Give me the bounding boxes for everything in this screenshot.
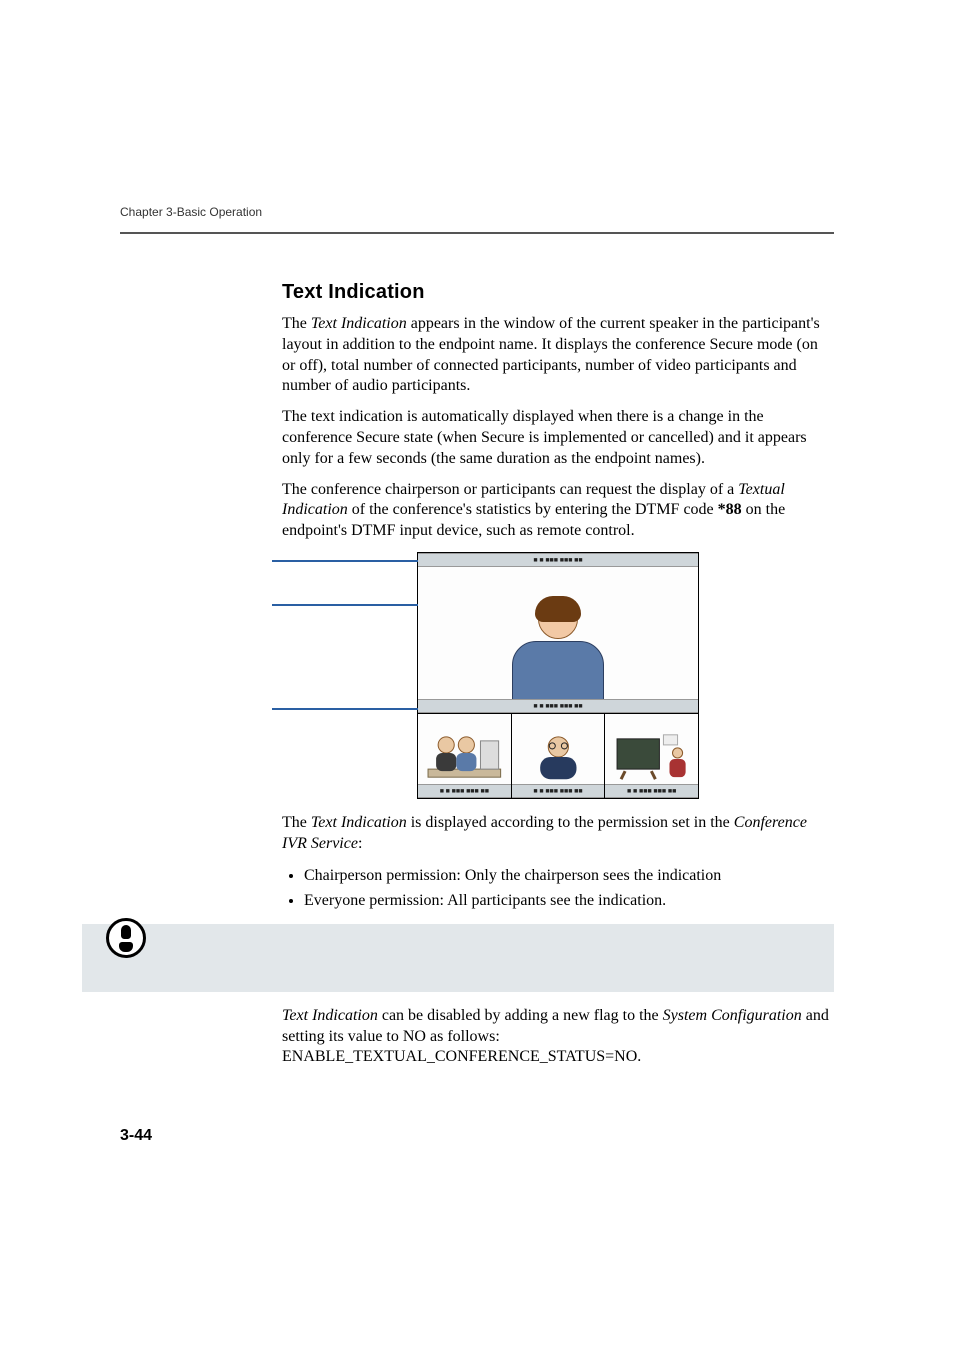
- running-head: Chapter 3-Basic Operation: [120, 205, 262, 219]
- page-number: 3-44: [120, 1127, 152, 1145]
- note-icon: [106, 918, 146, 958]
- figure-text-bar-bottom: ■ ■ ■■■ ■■■ ■■: [418, 699, 698, 713]
- note-band: [82, 924, 834, 992]
- emphasis: Text Indication: [282, 1007, 378, 1024]
- bullet-list: Chairperson permission: Only the chairpe…: [282, 865, 834, 912]
- section-heading: Text Indication: [282, 281, 834, 304]
- paragraph-2: The text indication is automatically dis…: [282, 407, 834, 469]
- mini-illustration-2: [518, 726, 599, 786]
- text: is displayed according to the permission…: [407, 814, 734, 831]
- page: Chapter 3-Basic Operation Text Indicatio…: [0, 0, 954, 1350]
- figure-region: ■ ■ ■■■ ■■■ ■■ ■ ■ ■■■ ■■■ ■■ ■ ■ ■■■ ■■…: [282, 552, 834, 803]
- arrow-leader-2: [272, 604, 428, 606]
- figure-small-pane-1: ■ ■ ■■■ ■■■ ■■: [418, 714, 512, 798]
- content-column: Text Indication The Text Indication appe…: [282, 205, 834, 1068]
- text: can be disabled by adding a new flag to …: [378, 1007, 663, 1024]
- emphasis: System Configuration: [663, 1007, 802, 1024]
- emphasis: Text Indication: [311, 315, 407, 332]
- bold: *88: [718, 501, 742, 518]
- text: of the conference's statistics by enteri…: [348, 501, 718, 518]
- figure-small-pane-3: ■ ■ ■■■ ■■■ ■■: [605, 714, 698, 798]
- paragraph-1: The Text Indication appears in the windo…: [282, 314, 834, 397]
- figure-text-bar-top: ■ ■ ■■■ ■■■ ■■: [418, 553, 698, 567]
- figure-wrap: ■ ■ ■■■ ■■■ ■■ ■ ■ ■■■ ■■■ ■■ ■ ■ ■■■ ■■…: [282, 552, 834, 803]
- figure-small-bar: ■ ■ ■■■ ■■■ ■■: [418, 784, 511, 798]
- figure-small-bar: ■ ■ ■■■ ■■■ ■■: [605, 784, 698, 798]
- arrow-leader-3: [272, 708, 428, 710]
- paragraph-5: Text Indication can be disabled by addin…: [282, 1006, 834, 1068]
- figure-main-pane: ■ ■ ■■■ ■■■ ■■ ■ ■ ■■■ ■■■ ■■: [418, 553, 698, 714]
- list-item: Chairperson permission: Only the chairpe…: [304, 865, 834, 887]
- mini-illustration-1: [424, 726, 505, 786]
- figure-small-pane-2: ■ ■ ■■■ ■■■ ■■: [512, 714, 606, 798]
- text: The conference chairperson or participan…: [282, 481, 738, 498]
- list-item: Everyone permission: All participants se…: [304, 890, 834, 912]
- mini-illustration-3: [611, 726, 692, 786]
- paragraph-4: The Text Indication is displayed accordi…: [282, 813, 834, 855]
- text: :: [358, 835, 362, 852]
- figure: ■ ■ ■■■ ■■■ ■■ ■ ■ ■■■ ■■■ ■■ ■ ■ ■■■ ■■…: [417, 552, 699, 799]
- arrow-leader-1: [272, 560, 428, 562]
- figure-small-row: ■ ■ ■■■ ■■■ ■■: [418, 714, 698, 798]
- figure-person-large: [512, 599, 604, 713]
- header-rule: [120, 232, 834, 234]
- paragraph-3: The conference chairperson or participan…: [282, 480, 834, 542]
- text: The: [282, 814, 311, 831]
- emphasis: Text Indication: [311, 814, 407, 831]
- figure-small-bar: ■ ■ ■■■ ■■■ ■■: [512, 784, 605, 798]
- text: The: [282, 315, 311, 332]
